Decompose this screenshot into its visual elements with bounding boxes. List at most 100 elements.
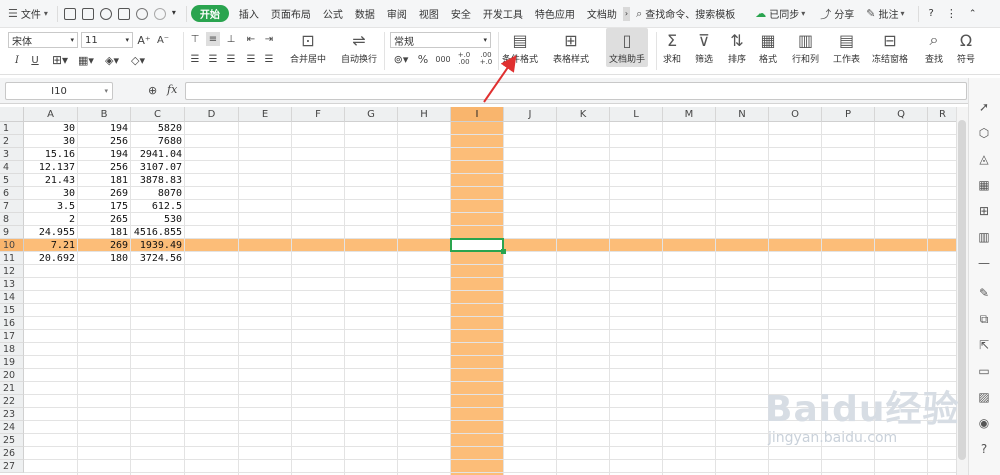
row-header-19[interactable]: 19 [0, 356, 24, 369]
save-icon[interactable] [81, 7, 94, 20]
cell-b5[interactable]: 181 [78, 174, 131, 187]
decrease-decimal-button[interactable]: .00 +.0 [478, 52, 494, 66]
sort-button[interactable]: ⇅ 排序 [727, 30, 747, 66]
row-header-11[interactable]: 11 [0, 252, 24, 265]
open-icon[interactable] [63, 7, 76, 20]
increase-font-icon[interactable]: A⁺ [137, 32, 151, 48]
row-header-26[interactable]: 26 [0, 447, 24, 460]
distribute-icon[interactable]: ☰ [262, 52, 276, 66]
column-header-p[interactable]: P [822, 107, 875, 122]
magnifier-icon[interactable]: ⊕ [148, 84, 157, 97]
font-name-select[interactable]: 宋体 ▾ [8, 32, 78, 48]
undo-icon[interactable] [135, 7, 148, 20]
command-search[interactable]: ⌕ 查找命令、搜索模板 [630, 0, 741, 28]
border-icon[interactable]: ⊞▾ [50, 52, 70, 68]
merge-center-button[interactable]: ⊡ 合并居中 [290, 30, 326, 66]
column-header-i[interactable]: I [451, 107, 504, 122]
sync-button[interactable]: ☁ 已同步 ▾ [749, 0, 814, 28]
cell-a9[interactable]: 24.955 [24, 226, 78, 239]
column-header-m[interactable]: M [663, 107, 716, 122]
row-header-17[interactable]: 17 [0, 330, 24, 343]
indent-decrease-icon[interactable]: ⇤ [244, 32, 258, 46]
edit-icon[interactable]: ✎ [977, 286, 991, 300]
column-header-q[interactable]: Q [875, 107, 928, 122]
shapes-icon[interactable]: ⬡ [977, 126, 991, 140]
number-format-select[interactable]: 常规 ▾ [390, 32, 491, 48]
tab-page-layout[interactable]: 页面布局 [265, 0, 317, 28]
rows-cols-button[interactable]: ▥ 行和列 [792, 30, 819, 66]
cell-a10[interactable]: 7.21 [24, 239, 78, 252]
column-header-e[interactable]: E [239, 107, 292, 122]
cell-a6[interactable]: 30 [24, 187, 78, 200]
cell-b3[interactable]: 194 [78, 148, 131, 161]
cell-c8[interactable]: 530 [131, 213, 185, 226]
row-header-25[interactable]: 25 [0, 434, 24, 447]
currency-icon[interactable]: ⊚▾ [392, 52, 410, 66]
cell-c10[interactable]: 1939.49 [131, 239, 185, 252]
underline-icon[interactable]: U [30, 52, 40, 68]
row-header-2[interactable]: 2 [0, 135, 24, 148]
column-header-k[interactable]: K [557, 107, 610, 122]
align-center-icon[interactable]: ☰ [206, 52, 220, 66]
worksheet-button[interactable]: ▤ 工作表 [833, 30, 860, 66]
clear-format-icon[interactable]: ◇▾ [128, 52, 148, 68]
indent-increase-icon[interactable]: ⇥ [262, 32, 276, 46]
cell-c4[interactable]: 3107.07 [131, 161, 185, 174]
row-header-20[interactable]: 20 [0, 369, 24, 382]
table-style-button[interactable]: ⊞ 表格样式 [553, 30, 589, 66]
print-icon[interactable] [99, 7, 112, 20]
column-header-f[interactable]: F [292, 107, 345, 122]
cell-b7[interactable]: 175 [78, 200, 131, 213]
select-all-corner[interactable] [0, 107, 24, 122]
cell-a7[interactable]: 3.5 [24, 200, 78, 213]
pointer-icon[interactable]: ➚ [977, 100, 991, 114]
cell-a1[interactable]: 30 [24, 122, 78, 135]
row-header-22[interactable]: 22 [0, 395, 24, 408]
cell-b1[interactable]: 194 [78, 122, 131, 135]
cell-a8[interactable]: 2 [24, 213, 78, 226]
column-header-l[interactable]: L [610, 107, 663, 122]
row-header-23[interactable]: 23 [0, 408, 24, 421]
row-header-24[interactable]: 24 [0, 421, 24, 434]
tab-formulas[interactable]: 公式 [317, 0, 349, 28]
column-header-g[interactable]: G [345, 107, 398, 122]
tab-doc-assistant[interactable]: 文档助 [581, 0, 623, 28]
cell-c9[interactable]: 4516.855 [131, 226, 185, 239]
row-header-14[interactable]: 14 [0, 291, 24, 304]
table-icon[interactable]: ▦ [977, 178, 991, 192]
tab-security[interactable]: 安全 [445, 0, 477, 28]
row-header-27[interactable]: 27 [0, 460, 24, 473]
column-header-d[interactable]: D [185, 107, 239, 122]
tab-developer[interactable]: 开发工具 [477, 0, 529, 28]
align-left-icon[interactable]: ☰ [188, 52, 202, 66]
cell-b11[interactable]: 180 [78, 252, 131, 265]
increase-decimal-button[interactable]: +.0 .00 [456, 52, 472, 66]
active-cell[interactable] [450, 238, 506, 254]
redo-icon[interactable] [153, 7, 166, 20]
sum-button[interactable]: Σ 求和 [662, 30, 682, 66]
font-size-select[interactable]: 11 ▾ [81, 32, 133, 48]
row-header-21[interactable]: 21 [0, 382, 24, 395]
cell-a5[interactable]: 21.43 [24, 174, 78, 187]
help-button[interactable]: ? [923, 0, 940, 28]
quick-access-dropdown-icon[interactable]: ▾ [172, 8, 180, 20]
tabs-scroll-icon[interactable]: › [622, 6, 631, 21]
decrease-font-icon[interactable]: A⁻ [156, 32, 170, 48]
doc-assistant-button[interactable]: ▯ 文档助手 [606, 28, 649, 67]
row-header-3[interactable]: 3 [0, 148, 24, 161]
cell-c11[interactable]: 3724.56 [131, 252, 185, 265]
auto-wrap-button[interactable]: ⇌ 自动换行 [341, 30, 377, 66]
freeze-panes-button[interactable]: ⊟ 冻结窗格 [872, 30, 908, 66]
comment-button[interactable]: ✎ 批注 ▾ [860, 0, 913, 28]
find-button[interactable]: ⌕ 查找 [924, 30, 944, 65]
align-bottom-icon[interactable]: ⊥ [224, 32, 238, 46]
tab-review[interactable]: 审阅 [381, 0, 413, 28]
archive-icon[interactable]: ▭ [977, 364, 991, 378]
align-right-icon[interactable]: ☰ [224, 52, 238, 66]
fill-handle[interactable] [501, 249, 506, 254]
tab-view[interactable]: 视图 [413, 0, 445, 28]
cell-c1[interactable]: 5820 [131, 122, 185, 135]
row-header-5[interactable]: 5 [0, 174, 24, 187]
align-middle-icon[interactable]: ≡ [206, 32, 220, 46]
row-header-8[interactable]: 8 [0, 213, 24, 226]
